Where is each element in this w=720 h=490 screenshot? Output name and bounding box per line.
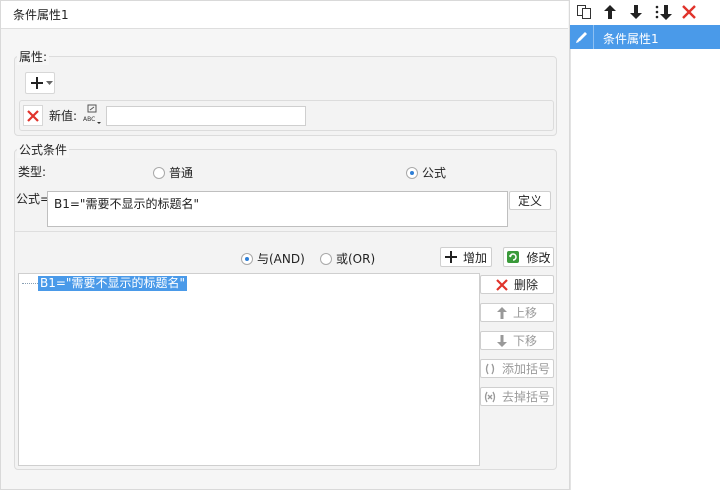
delete-icon	[496, 278, 508, 291]
remove-parens-label: 去掉括号	[501, 390, 550, 404]
close-icon[interactable]	[678, 1, 700, 23]
formula-label: 公式=	[16, 192, 51, 206]
delete-property-button[interactable]	[23, 105, 43, 126]
formula-input[interactable]: B1="需要不显示的标题名"	[47, 191, 508, 227]
radio-unchecked-icon	[320, 252, 332, 265]
chevron-down-icon	[46, 80, 53, 85]
radio-checked-icon	[406, 166, 418, 179]
move-up-button[interactable]: 上移	[480, 303, 554, 322]
right-toolbar	[570, 0, 720, 25]
condition-attribute-list	[570, 25, 720, 490]
logic-radio-or[interactable]: 或(OR)	[320, 250, 375, 267]
parentheses-icon	[485, 363, 495, 374]
move-down-button[interactable]: 下移	[480, 331, 554, 350]
modify-icon	[507, 251, 520, 263]
arrow-up-icon	[496, 306, 507, 319]
add-property-dropdown[interactable]	[25, 72, 55, 94]
delete-condition-label: 删除	[513, 278, 538, 292]
delete-condition-button[interactable]: 删除	[480, 275, 554, 294]
add-parens-button[interactable]: 添加括号	[480, 359, 554, 378]
condition-list-item[interactable]: B1="需要不显示的标题名"	[38, 276, 187, 291]
radio-checked-icon	[241, 252, 253, 265]
copy-icon[interactable]	[573, 1, 595, 23]
tree-connector	[22, 283, 38, 284]
formula-condition-group-label: 公式条件	[17, 141, 70, 158]
title-bar	[1, 1, 568, 29]
define-button[interactable]: 定义	[509, 191, 551, 210]
condition-attribute-item-label: 条件属性1	[603, 32, 659, 46]
move-up-label: 上移	[512, 306, 537, 320]
add-button-label: 增加	[462, 250, 487, 265]
window-title: 条件属性1	[13, 8, 69, 22]
divider	[15, 231, 556, 232]
type-radio-formula[interactable]: 公式	[406, 164, 446, 181]
remove-parentheses-icon	[484, 391, 496, 402]
modify-button-label: 修改	[526, 250, 551, 265]
logic-or-label: 或(OR)	[336, 252, 376, 266]
logic-radio-and[interactable]: 与(AND)	[241, 250, 305, 267]
radio-unchecked-icon	[153, 166, 165, 179]
add-button[interactable]: 增加	[440, 247, 492, 267]
arrow-down-icon[interactable]	[625, 1, 647, 23]
type-formula-label: 公式	[422, 166, 447, 180]
logic-and-label: 与(AND)	[257, 252, 305, 266]
remove-parens-button[interactable]: 去掉括号	[480, 387, 554, 406]
abc-text-icon[interactable]: ABC	[81, 104, 103, 126]
move-to-bottom-icon[interactable]	[652, 1, 674, 23]
edit-pencil-icon[interactable]	[570, 25, 594, 49]
plus-icon	[31, 77, 43, 89]
type-normal-label: 普通	[169, 166, 194, 180]
condition-attribute-item[interactable]: 条件属性1	[570, 25, 720, 49]
modify-button[interactable]: 修改	[503, 247, 554, 267]
delete-icon	[27, 109, 39, 122]
condition-list[interactable]	[18, 273, 480, 466]
properties-group-label: 属性:	[17, 48, 50, 65]
type-label: 类型:	[18, 165, 47, 179]
svg-text:ABC: ABC	[83, 116, 95, 123]
new-value-label: 新值:	[49, 109, 78, 123]
new-value-input[interactable]	[106, 106, 306, 126]
type-radio-normal[interactable]: 普通	[153, 164, 193, 181]
arrow-up-icon[interactable]	[599, 1, 621, 23]
plus-icon	[444, 251, 457, 263]
add-parens-label: 添加括号	[501, 362, 550, 376]
arrow-down-icon	[496, 334, 507, 347]
move-down-label: 下移	[512, 334, 537, 348]
